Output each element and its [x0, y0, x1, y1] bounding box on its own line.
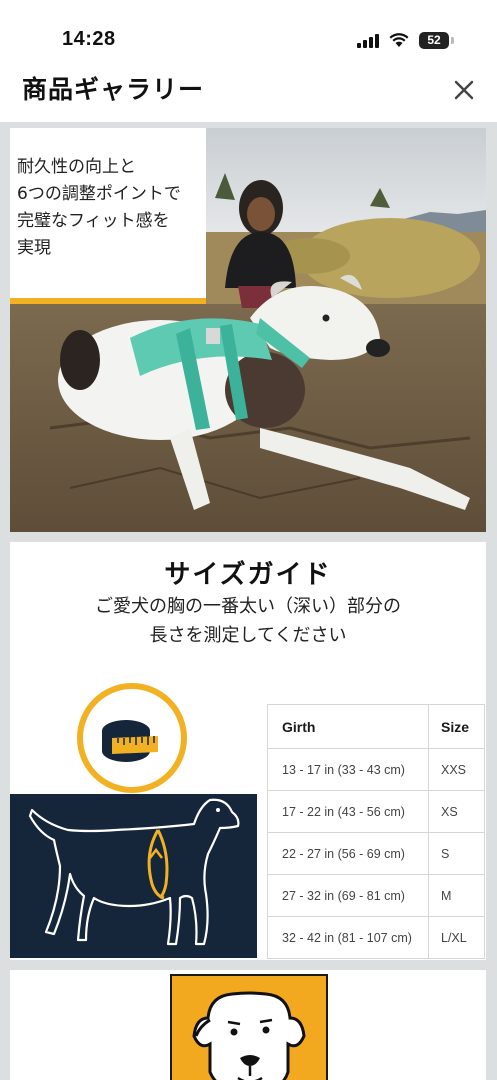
- size-cell: L/XL: [428, 916, 485, 959]
- column-header-size: Size: [428, 704, 485, 749]
- column-header-girth: Girth: [267, 704, 429, 749]
- size-cell: XXS: [428, 748, 485, 791]
- gallery-header: 商品ギャラリー: [0, 60, 497, 122]
- gallery-image-harness[interactable]: 耐久性の向上と 6つの調整ポイントで 完璧なフィット感を 実現: [10, 128, 486, 532]
- battery-icon: 52: [419, 32, 449, 49]
- battery-tip: [451, 37, 454, 44]
- table-row: 22 - 27 in (56 - 69 cm) S: [267, 832, 485, 875]
- measuring-tape-icon: [77, 683, 187, 793]
- dog-face-logo-icon: [170, 974, 328, 1080]
- status-bar: 14:28 52: [0, 0, 497, 60]
- table-row: 27 - 32 in (69 - 81 cm) M: [267, 874, 485, 917]
- caption-panel: 耐久性の向上と 6つの調整ポイントで 完璧なフィット感を 実現: [10, 128, 206, 300]
- gallery-image-logo[interactable]: [10, 970, 486, 1080]
- status-time: 14:28: [62, 28, 116, 50]
- table-row: 32 - 42 in (81 - 107 cm) L/XL: [267, 916, 485, 959]
- page-title: 商品ギャラリー: [22, 75, 205, 104]
- gallery-scroll[interactable]: 耐久性の向上と 6つの調整ポイントで 完璧なフィット感を 実現 サイズガイド ご…: [0, 122, 497, 1080]
- table-row: 13 - 17 in (33 - 43 cm) XXS: [267, 748, 485, 791]
- feature-caption: 耐久性の向上と 6つの調整ポイントで 完璧なフィット感を 実現: [17, 157, 181, 258]
- table-header-row: Girth Size: [267, 704, 485, 749]
- girth-cell: 22 - 27 in (56 - 69 cm): [267, 832, 429, 875]
- gallery-image-size-guide[interactable]: サイズガイド ご愛犬の胸の一番太い（深い）部分の 長さを測定してください Gir…: [10, 542, 486, 960]
- size-cell: XS: [428, 790, 485, 833]
- size-guide-title: サイズガイド: [164, 560, 332, 590]
- close-icon[interactable]: [448, 74, 480, 106]
- size-guide-instructions: ご愛犬の胸の一番太い（深い）部分の 長さを測定してください: [95, 596, 401, 646]
- cellular-signal-icon: [357, 34, 381, 48]
- table-row: 17 - 22 in (43 - 56 cm) XS: [267, 790, 485, 833]
- girth-cell: 17 - 22 in (43 - 56 cm): [267, 790, 429, 833]
- caption-accent-bar: [10, 298, 206, 304]
- girth-cell: 13 - 17 in (33 - 43 cm): [267, 748, 429, 791]
- size-cell: S: [428, 832, 485, 875]
- dog-outline-icon: [28, 798, 240, 946]
- size-cell: M: [428, 874, 485, 917]
- girth-cell: 32 - 42 in (81 - 107 cm): [267, 916, 429, 959]
- size-chart-table: Girth Size 13 - 17 in (33 - 43 cm) XXS 1…: [267, 704, 485, 959]
- girth-cell: 27 - 32 in (69 - 81 cm): [267, 874, 429, 917]
- wifi-icon: [389, 33, 409, 47]
- dog-measurement-illustration: [10, 794, 257, 958]
